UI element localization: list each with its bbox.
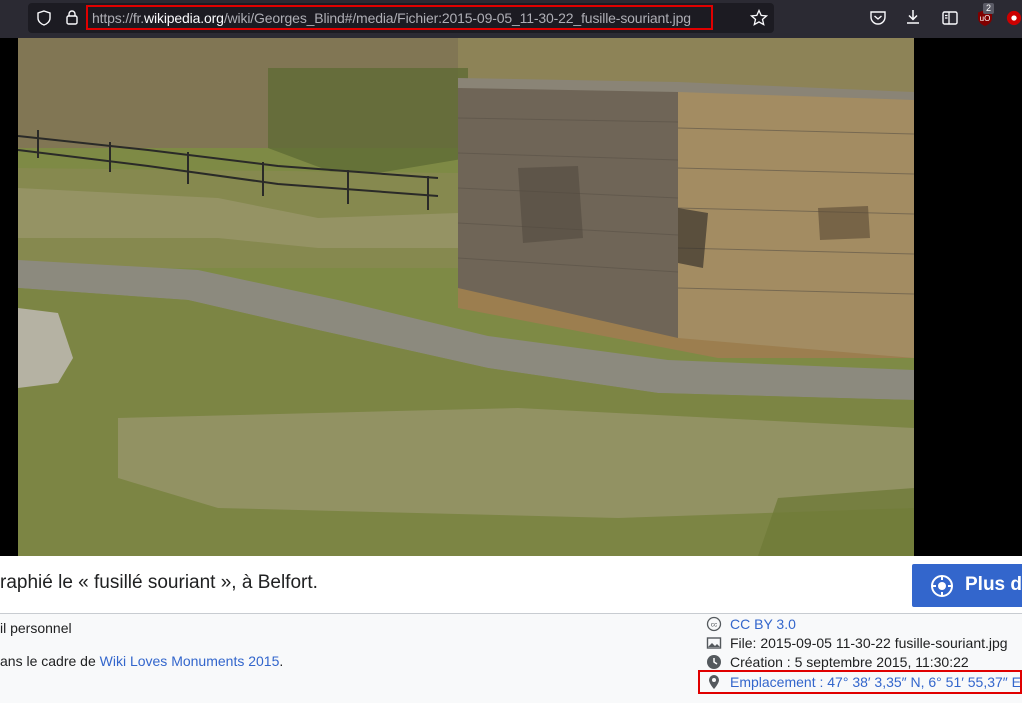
wiki-loves-monuments-link[interactable]: Wiki Loves Monuments 2015 [100,653,280,669]
camera-icon [930,574,954,598]
download-icon[interactable] [904,8,922,26]
clock-icon [706,654,722,670]
creation-row: Création : 5 septembre 2015, 11:30:22 [706,653,969,671]
image-caption: raphié le « fusillé souriant », à Belfor… [0,572,318,593]
lock-icon[interactable] [65,9,79,25]
file-name: File: 2015-09-05 11-30-22 fusille-souria… [730,635,1008,651]
extension-icon[interactable] [1006,9,1022,27]
file-row: File: 2015-09-05 11-30-22 fusille-souria… [706,634,1008,652]
creation-date: Création : 5 septembre 2015, 11:30:22 [730,654,969,670]
context-suffix: . [279,653,284,669]
caption-bar: raphié le « fusillé souriant », à Belfor… [0,556,1022,614]
fort-photo[interactable] [18,38,914,556]
media-viewer [0,38,1022,556]
image-file-icon [706,635,722,651]
star-icon[interactable] [750,9,768,27]
more-details-button[interactable]: Plus d [912,564,1022,607]
context-prefix: ans le cadre de [0,653,100,669]
pocket-icon[interactable] [869,9,887,27]
reader-view-icon[interactable] [941,9,959,27]
location-highlight-box [698,670,1022,694]
svg-text:uO: uO [980,14,991,23]
author-text: il personnel [0,620,72,636]
license-row: cc CC BY 3.0 [706,615,796,633]
browser-toolbar: https://fr.wikipedia.org/wiki/Georges_Bl… [0,0,1022,38]
more-details-label: Plus d [965,574,1022,595]
context-text: ans le cadre de Wiki Loves Monuments 201… [0,653,283,669]
cc-icon: cc [706,616,722,632]
license-link[interactable]: CC BY 3.0 [730,616,796,632]
svg-text:cc: cc [711,622,718,629]
url-highlight-box [86,5,713,30]
extension-badge: 2 [983,3,995,14]
shield-icon[interactable] [36,10,52,26]
